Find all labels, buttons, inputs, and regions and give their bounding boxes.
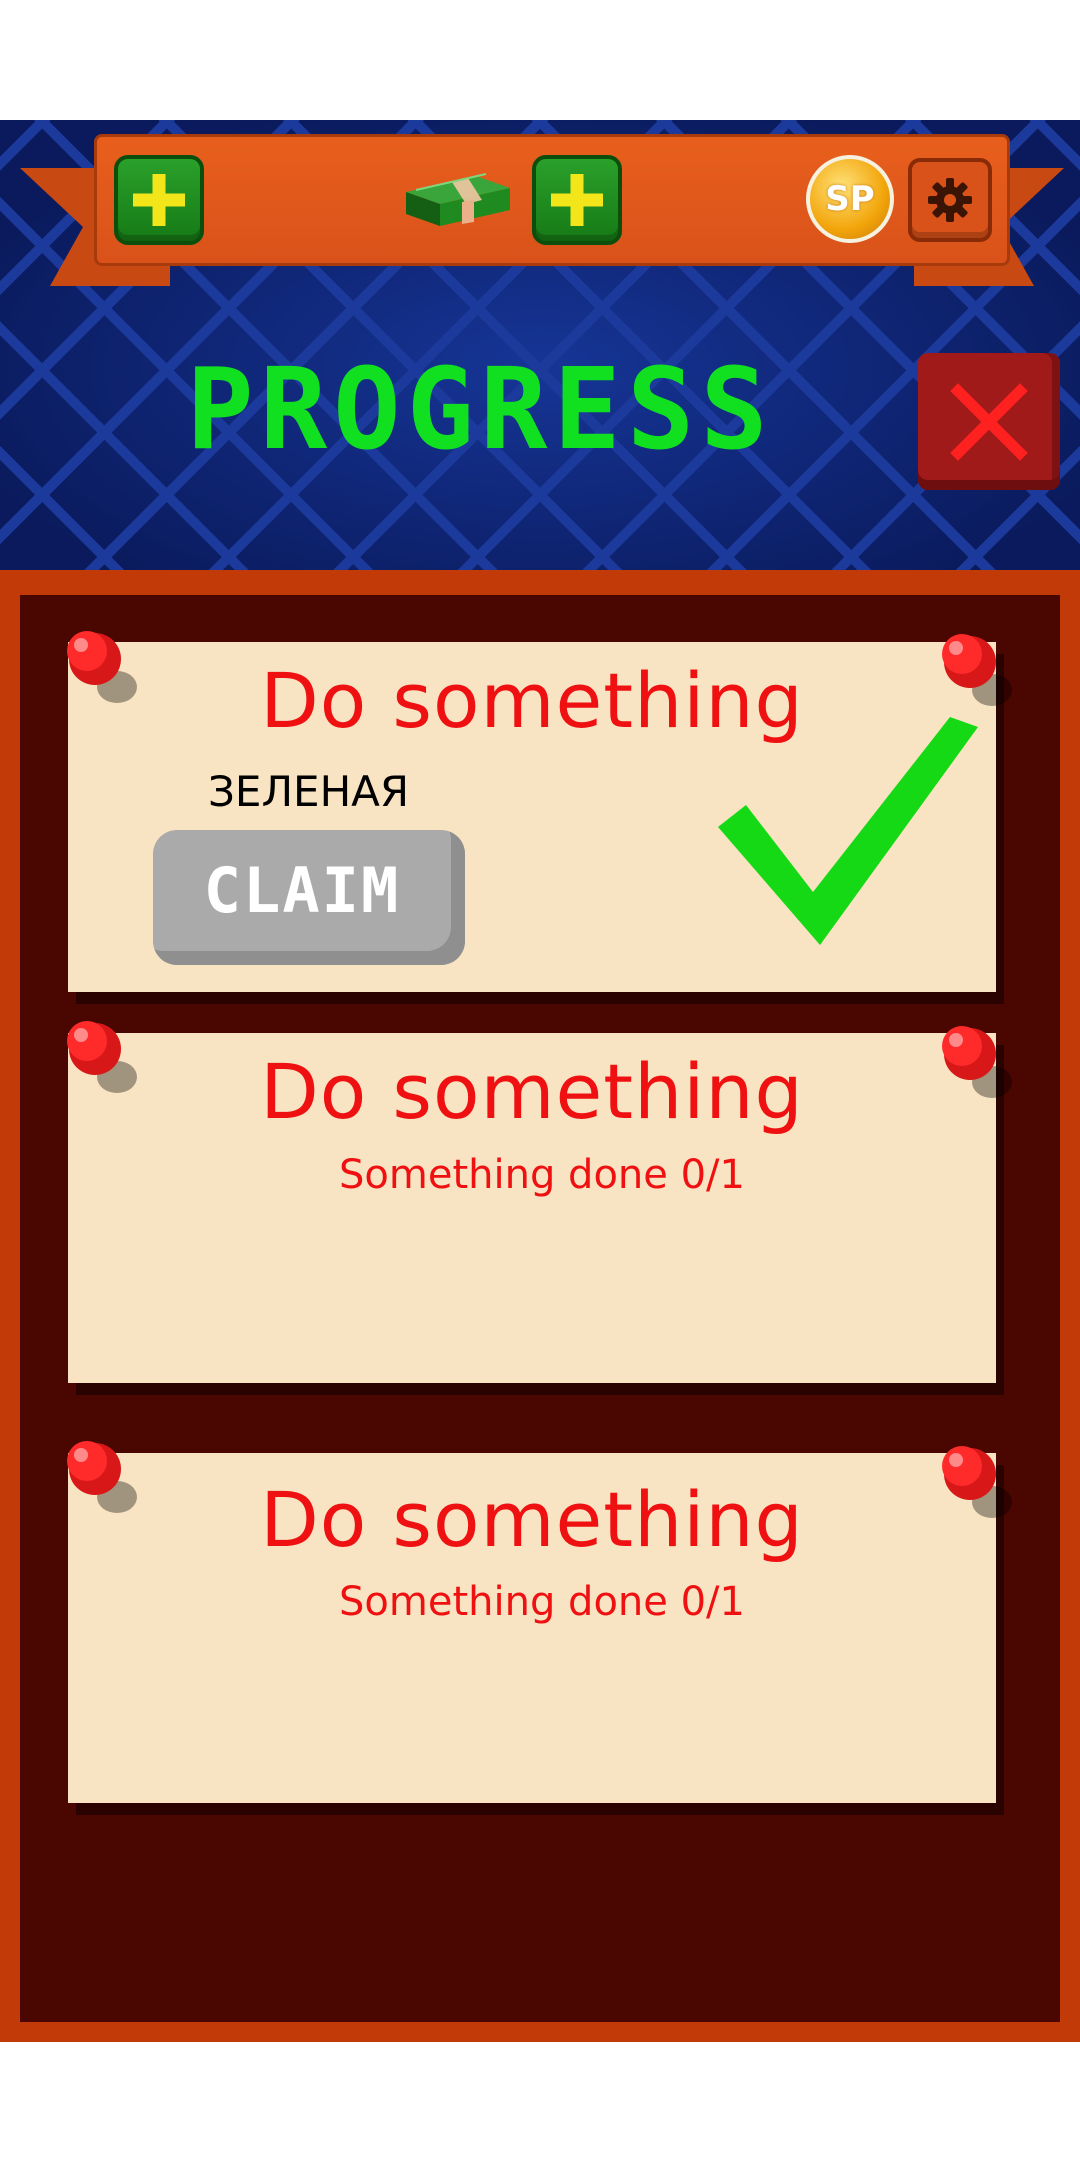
task-card: Do something Something done 0/1: [68, 1453, 996, 1803]
push-pin-icon: [942, 1446, 1012, 1518]
add-currency-button-right[interactable]: [532, 155, 622, 245]
push-pin-icon: [67, 1021, 137, 1093]
task-title: Do something: [260, 1047, 804, 1136]
task-title: Do something: [260, 1475, 804, 1564]
sp-coin-icon[interactable]: SP: [806, 155, 894, 243]
add-currency-button-left[interactable]: [114, 155, 204, 245]
push-pin-icon: [942, 634, 1012, 706]
task-progress: Something done 0/1: [339, 1152, 745, 1198]
push-pin-icon: [67, 1441, 137, 1513]
checkmark-icon: [718, 717, 978, 945]
task-card: Do something Something done 0/1: [68, 1033, 996, 1383]
push-pin-icon: [942, 1026, 1012, 1098]
gear-icon: [928, 178, 972, 222]
close-icon: [950, 383, 1028, 461]
claim-button[interactable]: CLAIM: [153, 830, 465, 965]
settings-button[interactable]: [908, 158, 992, 242]
page-title: PROGRESS: [186, 345, 774, 475]
cash-stack-icon: [406, 173, 510, 226]
reward-label: ЗЕЛЕНАЯ: [208, 767, 410, 816]
coin-label: SP: [825, 179, 875, 219]
close-button[interactable]: [918, 353, 1060, 490]
push-pin-icon: [67, 631, 137, 703]
task-card: Do something ЗЕЛЕНАЯ CLAIM: [68, 642, 996, 992]
task-progress: Something done 0/1: [339, 1579, 745, 1625]
